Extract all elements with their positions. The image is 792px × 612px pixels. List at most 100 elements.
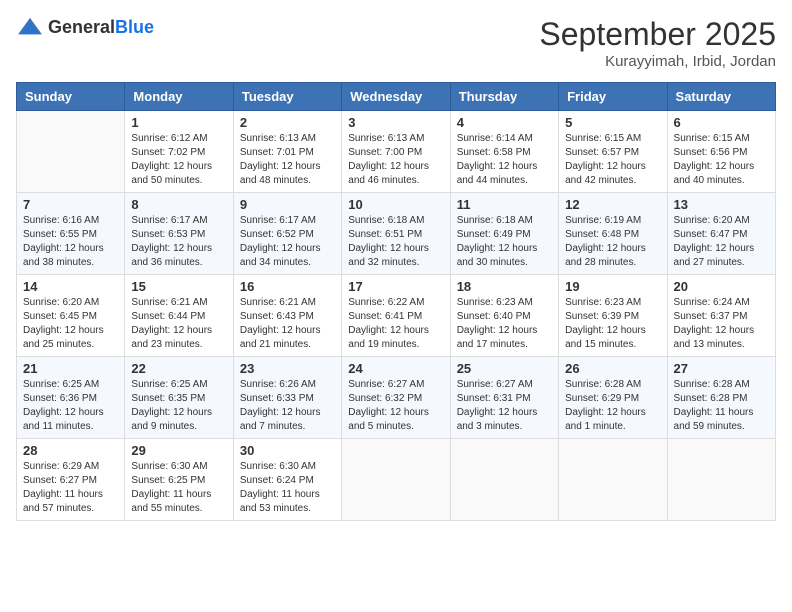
day-info: Sunrise: 6:26 AMSunset: 6:33 PMDaylight:…: [240, 378, 335, 434]
day-info: Sunrise: 6:28 AMSunset: 6:29 PMDaylight:…: [565, 378, 660, 434]
day-number: 5: [565, 115, 660, 130]
day-info: Sunrise: 6:16 AMSunset: 6:55 PMDaylight:…: [23, 214, 118, 270]
day-number: 16: [240, 279, 335, 294]
day-info: Sunrise: 6:30 AMSunset: 6:24 PMDaylight:…: [240, 460, 335, 516]
day-number: 15: [131, 279, 226, 294]
calendar-cell: 25 Sunrise: 6:27 AMSunset: 6:31 PMDayligh…: [450, 357, 558, 439]
calendar-cell: 9 Sunrise: 6:17 AMSunset: 6:52 PMDaylight…: [233, 193, 341, 275]
day-number: 8: [131, 197, 226, 212]
calendar-cell: 19 Sunrise: 6:23 AMSunset: 6:39 PMDayligh…: [559, 275, 667, 357]
day-info: Sunrise: 6:20 AMSunset: 6:47 PMDaylight:…: [674, 214, 769, 270]
weekday-header-friday: Friday: [559, 83, 667, 111]
day-number: 18: [457, 279, 552, 294]
weekday-header-sunday: Sunday: [17, 83, 125, 111]
day-number: 13: [674, 197, 769, 212]
calendar-cell: [559, 439, 667, 521]
calendar-cell: 1 Sunrise: 6:12 AMSunset: 7:02 PMDaylight…: [125, 111, 233, 193]
day-info: Sunrise: 6:17 AMSunset: 6:53 PMDaylight:…: [131, 214, 226, 270]
weekday-header-saturday: Saturday: [667, 83, 775, 111]
calendar-cell: 12Sunrise: 6:19 AMSunset: 6:48 PMDayligh…: [559, 193, 667, 275]
day-info: Sunrise: 6:15 AMSunset: 6:56 PMDaylight:…: [674, 132, 769, 188]
day-info: Sunrise: 6:29 AMSunset: 6:27 PMDaylight:…: [23, 460, 118, 516]
weekday-header-tuesday: Tuesday: [233, 83, 341, 111]
calendar-cell: 29 Sunrise: 6:30 AMSunset: 6:25 PMDayligh…: [125, 439, 233, 521]
day-info: Sunrise: 6:28 AMSunset: 6:28 PMDaylight:…: [674, 378, 769, 434]
calendar-cell: 21 Sunrise: 6:25 AMSunset: 6:36 PMDayligh…: [17, 357, 125, 439]
day-number: 25: [457, 361, 552, 376]
calendar-cell: 8 Sunrise: 6:17 AMSunset: 6:53 PMDaylight…: [125, 193, 233, 275]
logo-text-blue: Blue: [115, 17, 154, 37]
calendar-cell: 22 Sunrise: 6:25 AMSunset: 6:35 PMDayligh…: [125, 357, 233, 439]
calendar-cell: 24 Sunrise: 6:27 AMSunset: 6:32 PMDayligh…: [342, 357, 450, 439]
day-info: Sunrise: 6:25 AMSunset: 6:35 PMDaylight:…: [131, 378, 226, 434]
calendar-week-3: 14 Sunrise: 6:20 AMSunset: 6:45 PMDayligh…: [17, 275, 776, 357]
calendar-cell: 6 Sunrise: 6:15 AMSunset: 6:56 PMDaylight…: [667, 111, 775, 193]
day-number: 29: [131, 443, 226, 458]
day-number: 23: [240, 361, 335, 376]
day-number: 2: [240, 115, 335, 130]
calendar-cell: 2 Sunrise: 6:13 AMSunset: 7:01 PMDaylight…: [233, 111, 341, 193]
day-info: Sunrise: 6:23 AMSunset: 6:40 PMDaylight:…: [457, 296, 552, 352]
day-info: Sunrise: 6:13 AMSunset: 7:00 PMDaylight:…: [348, 132, 443, 188]
calendar-cell: 3 Sunrise: 6:13 AMSunset: 7:00 PMDaylight…: [342, 111, 450, 193]
day-info: Sunrise: 6:13 AMSunset: 7:01 PMDaylight:…: [240, 132, 335, 188]
day-info: Sunrise: 6:24 AMSunset: 6:37 PMDaylight:…: [674, 296, 769, 352]
day-number: 11: [457, 197, 552, 212]
day-info: Sunrise: 6:14 AMSunset: 6:58 PMDaylight:…: [457, 132, 552, 188]
calendar-cell: 18 Sunrise: 6:23 AMSunset: 6:40 PMDayligh…: [450, 275, 558, 357]
weekday-header-row: SundayMondayTuesdayWednesdayThursdayFrid…: [17, 83, 776, 111]
logo-icon: [16, 16, 44, 38]
day-number: 22: [131, 361, 226, 376]
day-number: 12: [565, 197, 660, 212]
day-info: Sunrise: 6:12 AMSunset: 7:02 PMDaylight:…: [131, 132, 226, 188]
calendar-cell: 26 Sunrise: 6:28 AMSunset: 6:29 PMDayligh…: [559, 357, 667, 439]
day-number: 7: [23, 197, 118, 212]
day-number: 6: [674, 115, 769, 130]
day-info: Sunrise: 6:25 AMSunset: 6:36 PMDaylight:…: [23, 378, 118, 434]
calendar-cell: 10 Sunrise: 6:18 AMSunset: 6:51 PMDayligh…: [342, 193, 450, 275]
calendar-cell: 13 Sunrise: 6:20 AMSunset: 6:47 PMDayligh…: [667, 193, 775, 275]
page-header: GeneralBlue September 2025 Kurayyimah, I…: [16, 16, 776, 70]
logo: GeneralBlue: [16, 16, 154, 38]
day-info: Sunrise: 6:18 AMSunset: 6:49 PMDaylight:…: [457, 214, 552, 270]
day-number: 14: [23, 279, 118, 294]
day-info: Sunrise: 6:21 AMSunset: 6:44 PMDaylight:…: [131, 296, 226, 352]
calendar-cell: [17, 111, 125, 193]
calendar-cell: [450, 439, 558, 521]
day-info: Sunrise: 6:30 AMSunset: 6:25 PMDaylight:…: [131, 460, 226, 516]
month-title: September 2025: [539, 16, 776, 53]
day-info: Sunrise: 6:20 AMSunset: 6:45 PMDaylight:…: [23, 296, 118, 352]
day-number: 26: [565, 361, 660, 376]
day-number: 3: [348, 115, 443, 130]
calendar-week-2: 7 Sunrise: 6:16 AMSunset: 6:55 PMDaylight…: [17, 193, 776, 275]
day-info: Sunrise: 6:17 AMSunset: 6:52 PMDaylight:…: [240, 214, 335, 270]
day-info: Sunrise: 6:27 AMSunset: 6:32 PMDaylight:…: [348, 378, 443, 434]
day-number: 17: [348, 279, 443, 294]
day-number: 9: [240, 197, 335, 212]
day-number: 10: [348, 197, 443, 212]
calendar-week-4: 21 Sunrise: 6:25 AMSunset: 6:36 PMDayligh…: [17, 357, 776, 439]
calendar-cell: 16 Sunrise: 6:21 AMSunset: 6:43 PMDayligh…: [233, 275, 341, 357]
day-info: Sunrise: 6:23 AMSunset: 6:39 PMDaylight:…: [565, 296, 660, 352]
day-number: 30: [240, 443, 335, 458]
calendar-cell: 7 Sunrise: 6:16 AMSunset: 6:55 PMDaylight…: [17, 193, 125, 275]
location-subtitle: Kurayyimah, Irbid, Jordan: [539, 53, 776, 70]
calendar-cell: 30 Sunrise: 6:30 AMSunset: 6:24 PMDayligh…: [233, 439, 341, 521]
day-number: 1: [131, 115, 226, 130]
day-info: Sunrise: 6:21 AMSunset: 6:43 PMDaylight:…: [240, 296, 335, 352]
weekday-header-wednesday: Wednesday: [342, 83, 450, 111]
title-section: September 2025 Kurayyimah, Irbid, Jordan: [539, 16, 776, 70]
calendar-cell: 5Sunrise: 6:15 AMSunset: 6:57 PMDaylight…: [559, 111, 667, 193]
day-number: 4: [457, 115, 552, 130]
day-info: Sunrise: 6:18 AMSunset: 6:51 PMDaylight:…: [348, 214, 443, 270]
calendar-cell: 15 Sunrise: 6:21 AMSunset: 6:44 PMDayligh…: [125, 275, 233, 357]
weekday-header-monday: Monday: [125, 83, 233, 111]
calendar-cell: 20Sunrise: 6:24 AMSunset: 6:37 PMDayligh…: [667, 275, 775, 357]
day-number: 21: [23, 361, 118, 376]
day-number: 24: [348, 361, 443, 376]
calendar-cell: 14 Sunrise: 6:20 AMSunset: 6:45 PMDayligh…: [17, 275, 125, 357]
day-number: 19: [565, 279, 660, 294]
day-info: Sunrise: 6:27 AMSunset: 6:31 PMDaylight:…: [457, 378, 552, 434]
weekday-header-thursday: Thursday: [450, 83, 558, 111]
calendar-cell: 11 Sunrise: 6:18 AMSunset: 6:49 PMDayligh…: [450, 193, 558, 275]
